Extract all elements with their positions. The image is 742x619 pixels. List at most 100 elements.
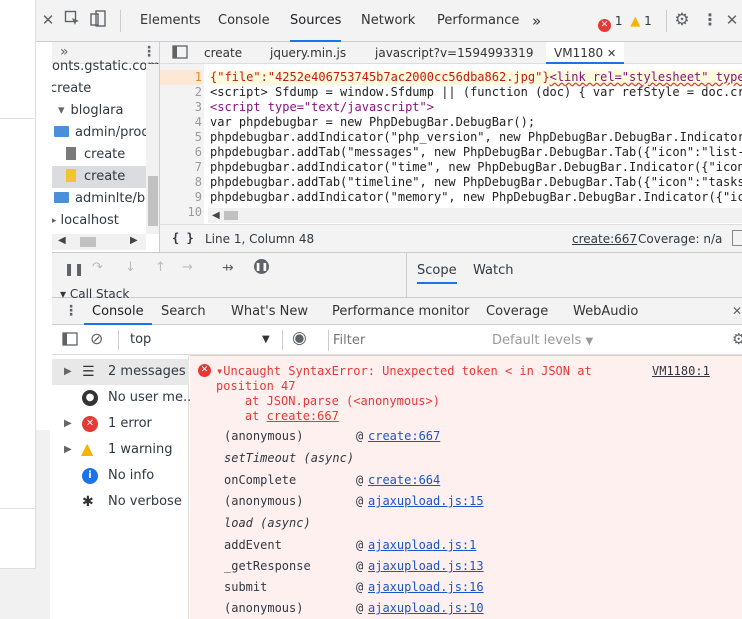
editor-tabbar: create jquery.min.js javascript?v=159499… <box>160 42 742 64</box>
step-over-icon[interactable]: ↷ <box>92 260 103 275</box>
navigator-hscroll[interactable]: ◀ ▶ <box>52 234 146 250</box>
warning-icon: ▲ <box>81 439 94 458</box>
scroll-thumb[interactable] <box>80 237 96 247</box>
code-hscroll[interactable]: ◀ <box>208 208 742 223</box>
log-levels-dropdown[interactable]: Default levels ▼ <box>492 330 602 351</box>
navigator-vscroll[interactable] <box>146 64 159 234</box>
step-icon[interactable]: → <box>182 260 193 275</box>
sidebar-item-verbose[interactable]: ✱ No verbose <box>52 489 189 515</box>
sidebar-item-messages[interactable]: ▶ ☰ 2 messages <box>52 359 189 385</box>
tab-network[interactable]: Network <box>361 0 415 42</box>
tree-item-localhost[interactable]: ▸localhost <box>52 210 119 232</box>
kebab-menu-icon[interactable]: ⋮ <box>702 10 718 29</box>
stack-frame-link[interactable]: ajaxupload.js:16 <box>368 577 484 597</box>
left-scrollbar[interactable] <box>36 430 50 619</box>
gear-icon[interactable]: ⚙ <box>672 10 692 30</box>
gear-icon[interactable]: ⚙ <box>732 330 742 348</box>
source-link[interactable]: create:667 <box>572 232 637 246</box>
editor-tab-create[interactable]: create <box>204 42 242 64</box>
scroll-thumb[interactable] <box>224 211 238 220</box>
sidebar-item-info[interactable]: i No info <box>52 463 189 489</box>
folder-icon <box>54 126 69 137</box>
close-icon[interactable]: ✕ <box>40 11 56 29</box>
code-editor[interactable]: 1 2 3 4 5 6 7 8 9 10 {"file":"4252e40675… <box>160 64 742 224</box>
error-icon: ✕ <box>82 416 98 432</box>
scroll-left-icon[interactable]: ◀ <box>212 210 220 221</box>
deactivate-breakpoints-icon[interactable]: ⇸ <box>222 260 234 276</box>
scroll-left-icon[interactable]: ◀ <box>58 235 66 246</box>
pause-exceptions-icon[interactable]: ❚❚ <box>254 259 269 274</box>
step-out-icon[interactable]: ↑ <box>155 260 166 275</box>
tab-elements[interactable]: Elements <box>140 0 201 42</box>
tab-watch[interactable]: Watch <box>473 262 513 280</box>
error-stack-link[interactable]: create:667 <box>267 409 339 423</box>
drawer-tab-webaudio[interactable]: WebAudio <box>573 298 638 325</box>
editor-tab-vm1180[interactable]: VM1180 ✕ <box>546 42 625 64</box>
error-location-link[interactable]: VM1180:1 <box>652 364 710 379</box>
drawer-tab-performance-monitor[interactable]: Performance monitor <box>332 298 469 325</box>
close-devtools-icon[interactable]: ✕ <box>724 11 740 29</box>
stack-frame-link[interactable]: create:667 <box>368 426 440 446</box>
tree-item-create[interactable]: create <box>52 78 91 100</box>
error-stack-line: at create:667 <box>216 409 339 423</box>
tab-sources[interactable]: Sources <box>290 0 342 42</box>
tab-console[interactable]: Console <box>218 0 270 42</box>
editor-tab-jquery[interactable]: jquery.min.js <box>270 42 346 64</box>
stack-frame-link[interactable]: create:664 <box>368 470 440 490</box>
drawer-tab-whats-new[interactable]: What's New <box>231 298 308 325</box>
toggle-sidebar-icon[interactable] <box>62 332 78 349</box>
line-number: 9 <box>194 190 202 204</box>
folder-icon <box>54 192 69 203</box>
inspect-element-icon[interactable] <box>62 10 82 30</box>
drawer-tab-console[interactable]: Console <box>84 298 152 325</box>
eye-icon[interactable]: ◉ <box>292 328 307 348</box>
chevron-right-icon: ▶ <box>64 366 72 377</box>
pause-icon[interactable]: ❚❚ <box>64 262 84 276</box>
tree-item-create-file[interactable]: create <box>66 144 125 166</box>
close-icon[interactable]: ✕ <box>607 47 616 60</box>
divider <box>118 330 119 350</box>
tree-item-admin-prod[interactable]: admin/prod <box>54 122 150 144</box>
tree-item-create-selected[interactable]: create <box>52 166 146 188</box>
tree-item-adminlte[interactable]: adminlte/bo <box>54 188 153 210</box>
sidebar-item-user-messages[interactable]: ● No user me... <box>52 385 195 411</box>
code-line: phpdebugbar.addIndicator("time", new Php… <box>210 160 742 174</box>
tab-performance[interactable]: Performance <box>437 0 519 42</box>
scroll-thumb[interactable] <box>148 176 158 226</box>
navigator-pane: » ⋮ onts.gstatic.com create ▾ bloglara ad… <box>52 42 160 252</box>
close-drawer-icon[interactable]: ✕ <box>732 304 742 318</box>
sidebar-item-warnings[interactable]: ▶ ▲ 1 warning <box>52 437 189 463</box>
divider <box>120 10 121 32</box>
error-message[interactable]: ▾Uncaught SyntaxError: Unexpected token … <box>216 364 592 379</box>
step-into-icon[interactable]: ↓ <box>125 260 136 275</box>
issue-counters[interactable]: ✕ 1 ▲ 1 <box>598 10 664 32</box>
device-toolbar-icon[interactable] <box>88 10 108 32</box>
chevron-right-icon: ▶ <box>64 444 72 455</box>
stack-frame-link[interactable]: ajaxupload.js:15 <box>368 491 484 511</box>
more-tabs-button[interactable]: » <box>532 0 541 42</box>
page-bottom-band <box>0 568 36 619</box>
chevron-right-icon: ▶ <box>64 418 72 429</box>
filter-input[interactable] <box>333 330 489 351</box>
file-icon <box>66 169 76 182</box>
editor-status-bar: { } Line 1, Column 48 create:667 Coverag… <box>160 224 742 252</box>
editor-tab-javascript[interactable]: javascript?v=1594993319 <box>375 42 533 64</box>
line-number: 3 <box>194 100 202 114</box>
clear-console-icon[interactable]: ⊘ <box>90 329 103 348</box>
tree-item-domain[interactable]: onts.gstatic.com <box>52 58 159 76</box>
pretty-print-button[interactable]: { } <box>172 231 194 245</box>
toggle-navigator-icon[interactable] <box>172 45 188 62</box>
tab-scope[interactable]: Scope <box>417 262 457 284</box>
kebab-menu-icon[interactable]: ⋮ <box>64 303 78 319</box>
toggle-debugger-icon[interactable] <box>732 230 742 246</box>
scroll-right-icon[interactable]: ▶ <box>130 235 138 246</box>
context-select[interactable]: top ▼ <box>124 329 274 351</box>
drawer-tab-coverage[interactable]: Coverage <box>486 298 548 325</box>
stack-frame-link[interactable]: ajaxupload.js:10 <box>368 598 484 618</box>
stack-frame-link[interactable]: ajaxupload.js:1 <box>368 535 476 555</box>
list-icon: ☰ <box>82 364 95 380</box>
sidebar-item-errors[interactable]: ▶ ✕ 1 error <box>52 411 189 437</box>
drawer-tab-search[interactable]: Search <box>161 298 206 325</box>
stack-frame-link[interactable]: ajaxupload.js:13 <box>368 556 484 576</box>
tree-item-bloglara[interactable]: ▾ bloglara <box>58 100 124 122</box>
